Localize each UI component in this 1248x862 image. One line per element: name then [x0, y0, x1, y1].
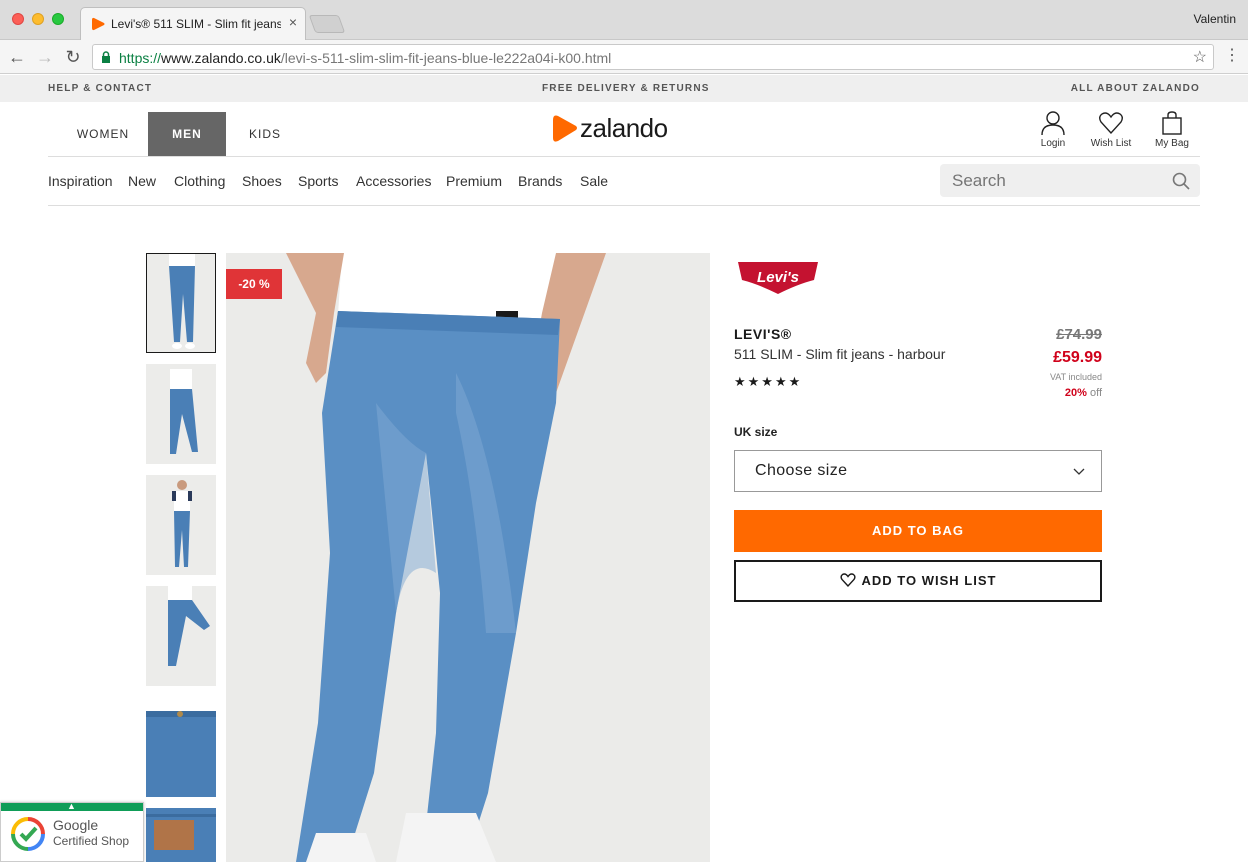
tab-title: Levi's® 511 SLIM - Slim fit jeans: [111, 17, 281, 31]
search-box[interactable]: [940, 164, 1200, 197]
forward-arrow-icon[interactable]: →: [34, 46, 56, 68]
jeans-outfit-thumbnail-image: [146, 475, 216, 575]
close-window-button[interactable]: [12, 13, 24, 25]
jeans-front-thumbnail-image: [147, 254, 215, 352]
nav-clothing[interactable]: Clothing: [174, 173, 225, 189]
nav-accessories[interactable]: Accessories: [356, 173, 431, 189]
browser-toolbar: ← → ↻ https://www.zalando.co.uk/levi-s-5…: [0, 40, 1248, 74]
bag-icon: [1162, 111, 1182, 135]
service-bar: HELP & CONTACT FREE DELIVERY & RETURNS A…: [0, 75, 1248, 102]
tab-women[interactable]: WOMEN: [48, 112, 158, 156]
jeans-label-thumbnail-image: [146, 808, 216, 862]
zalando-logo-icon: [553, 115, 577, 142]
add-to-wish-list-label: ADD TO WISH LIST: [861, 573, 997, 588]
minimize-window-button[interactable]: [32, 13, 44, 25]
browser-tab[interactable]: Levi's® 511 SLIM - Slim fit jeans ×: [80, 7, 306, 40]
nav-sports[interactable]: Sports: [298, 173, 338, 189]
tab-men[interactable]: MEN: [148, 112, 226, 156]
brand-name[interactable]: LEVI'S®: [734, 326, 792, 342]
jeans-detail-thumbnail-image: [146, 697, 216, 797]
product-thumbnail[interactable]: [146, 697, 216, 797]
google-badge-title: Google: [53, 817, 99, 833]
nav-inspiration[interactable]: Inspiration: [48, 173, 113, 189]
size-select[interactable]: Choose size: [734, 450, 1102, 492]
logo-text: zalando: [580, 113, 668, 143]
tab-close-icon[interactable]: ×: [289, 14, 297, 30]
tab-kids[interactable]: KIDS: [230, 112, 300, 156]
browser-menu-icon[interactable]: ⋮: [1224, 45, 1240, 65]
sale-price: £59.99: [1053, 349, 1102, 366]
about-zalando-link[interactable]: ALL ABOUT ZALANDO: [1071, 83, 1200, 94]
lock-icon: [102, 51, 110, 63]
bookmark-star-icon[interactable]: ☆: [1193, 47, 1207, 67]
profile-name[interactable]: Valentin: [1194, 12, 1236, 26]
product-thumbnail[interactable]: [146, 808, 216, 862]
nav-shoes[interactable]: Shoes: [242, 173, 282, 189]
login-button[interactable]: Login: [1034, 110, 1072, 149]
jeans-side-thumbnail-image: [146, 364, 216, 464]
wish-list-button[interactable]: Wish List: [1086, 110, 1136, 149]
help-contact-link[interactable]: HELP & CONTACT: [48, 83, 152, 94]
address-bar[interactable]: https://www.zalando.co.uk/levi-s-511-sli…: [92, 44, 1214, 70]
product-thumbnail[interactable]: [146, 586, 216, 686]
my-bag-label: My Bag: [1155, 138, 1189, 149]
discount-note: 20% off: [1064, 387, 1102, 399]
wish-list-label: Wish List: [1090, 138, 1132, 149]
browser-titlebar: Levi's® 511 SLIM - Slim fit jeans × Vale…: [0, 0, 1248, 40]
nav-premium[interactable]: Premium: [446, 173, 502, 189]
chevron-up-icon[interactable]: ▲: [67, 801, 76, 811]
google-badge-subtitle: Certified Shop: [53, 834, 130, 848]
product-name: 511 SLIM - Slim fit jeans - harbour: [734, 346, 946, 362]
product-thumbnail[interactable]: [146, 475, 216, 575]
nav-brands[interactable]: Brands: [518, 173, 562, 189]
nav-divider: [48, 205, 1200, 206]
rating-stars[interactable]: ★★★★★: [734, 374, 802, 390]
maximize-window-button[interactable]: [52, 13, 64, 25]
google-certified-shop-badge[interactable]: ▲ Google Certified Shop: [0, 801, 144, 862]
original-price: £74.99: [1056, 326, 1102, 343]
add-to-wish-list-button[interactable]: ADD TO WISH LIST: [734, 560, 1102, 602]
search-input[interactable]: [952, 171, 1152, 191]
nav-new[interactable]: New: [128, 173, 156, 189]
search-icon[interactable]: [1172, 172, 1190, 190]
product-thumbnail[interactable]: [146, 364, 216, 464]
nav-sale[interactable]: Sale: [580, 173, 608, 189]
add-to-bag-button[interactable]: ADD TO BAG: [734, 510, 1102, 552]
reload-icon[interactable]: ↻: [62, 46, 84, 68]
size-select-value: Choose size: [755, 462, 848, 479]
product-main-image[interactable]: [226, 253, 710, 862]
login-label: Login: [1040, 138, 1066, 149]
discount-badge: -20 %: [226, 269, 282, 299]
google-check-icon: [11, 817, 45, 851]
size-label: UK size: [734, 425, 778, 439]
back-arrow-icon[interactable]: ←: [6, 46, 28, 68]
jeans-motion-thumbnail-image: [146, 586, 216, 686]
vat-note: VAT included: [1049, 372, 1102, 382]
free-delivery-link[interactable]: FREE DELIVERY & RETURNS: [542, 83, 710, 94]
product-thumbnail[interactable]: [146, 253, 216, 353]
model-wearing-jeans-image: [226, 253, 710, 862]
chevron-down-icon: [1073, 468, 1085, 475]
levis-logo[interactable]: Levi's: [736, 258, 820, 303]
header-divider: [48, 156, 1200, 157]
levis-logo-text: Levi's: [757, 269, 799, 286]
new-tab-button[interactable]: [308, 15, 346, 33]
zalando-favicon-icon: [92, 17, 105, 31]
url-text[interactable]: https://www.zalando.co.uk/levi-s-511-sli…: [119, 50, 611, 66]
my-bag-button[interactable]: My Bag: [1150, 110, 1194, 149]
heart-icon: [1099, 112, 1123, 135]
heart-icon: [839, 573, 856, 588]
user-icon: [1041, 111, 1065, 136]
